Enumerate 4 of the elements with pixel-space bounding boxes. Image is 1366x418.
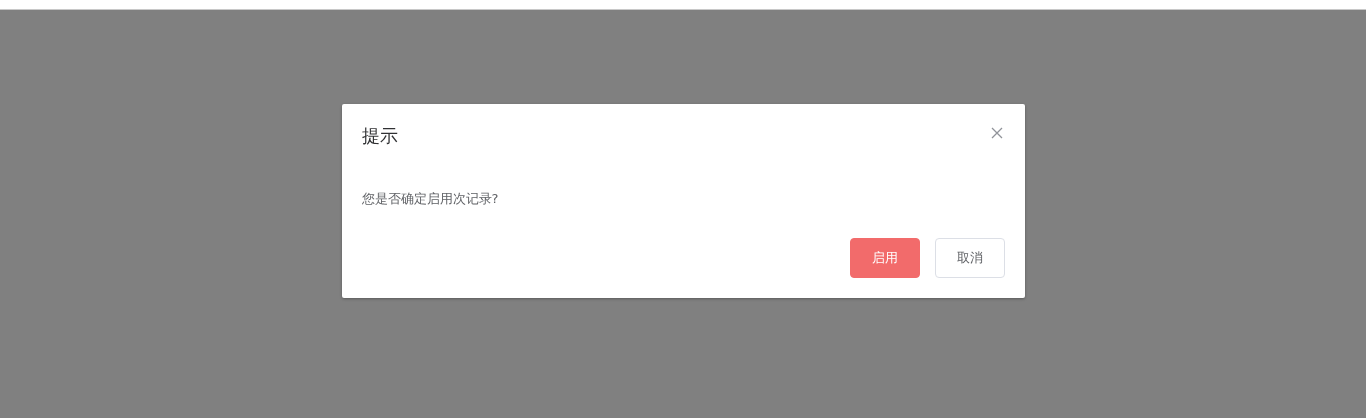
close-button[interactable] — [989, 126, 1004, 140]
dialog-message: 您是否确定启用次记录? — [361, 191, 499, 206]
dialog-title: 提示 — [361, 124, 398, 148]
cancel-button[interactable]: 取消 — [934, 238, 1005, 278]
